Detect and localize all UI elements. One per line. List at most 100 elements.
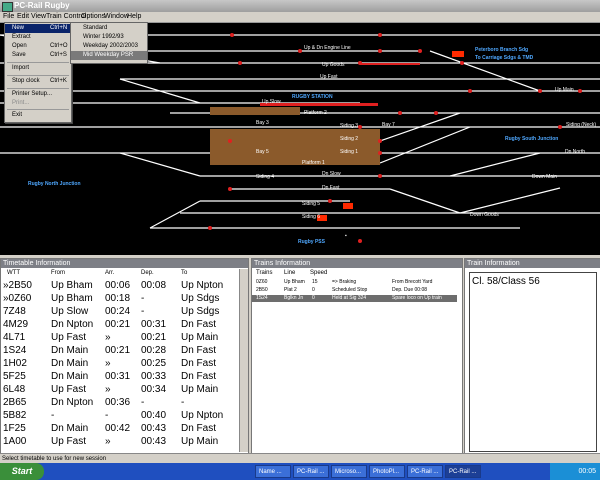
- timetable-scrollbar[interactable]: [239, 269, 248, 452]
- train-row[interactable]: 2B50 Plat 2 0 Scheduled Stop Dep. Due 00:08: [252, 287, 457, 294]
- timetable-row[interactable]: 4M29 Dn Npton 00:21 00:31 Dn Fast: [1, 319, 241, 331]
- file-menu-new[interactable]: New Ctrl+N: [5, 24, 71, 33]
- start-button[interactable]: Start: [0, 463, 44, 480]
- menu-window[interactable]: Window: [104, 12, 129, 22]
- cell-to: Up Npton: [181, 410, 224, 421]
- timetable-winter[interactable]: Winter 1992/93: [71, 33, 147, 42]
- label-siding1: Siding 1: [340, 149, 358, 155]
- timetable-row[interactable]: 1F25 Dn Main 00:42 00:43 Dn Fast: [1, 423, 241, 435]
- menu-options[interactable]: Options: [81, 12, 105, 22]
- menu-separator: [7, 62, 69, 63]
- col-speed: Speed: [310, 270, 328, 276]
- timetable-row[interactable]: 1S24 Dn Main 00:21 00:28 Dn Fast: [1, 345, 241, 357]
- taskbar-button[interactable]: PC-Rail ...: [445, 465, 481, 478]
- train-speed: 0: [312, 287, 315, 293]
- col-from: From: [51, 270, 65, 276]
- rugby-pss-box: ▪: [345, 233, 347, 239]
- cell-wtt: 4L71: [3, 332, 26, 343]
- timetable-submenu: Standard Winter 1992/93 Weekday 2002/200…: [70, 22, 148, 64]
- cell-from: Dn Npton: [51, 319, 94, 330]
- cell-dep: 00:31: [141, 319, 167, 330]
- label-dn-fast: Dn Fast: [322, 185, 340, 191]
- cell-dep: 00:40: [141, 410, 167, 421]
- file-menu-save[interactable]: Save Ctrl+S: [5, 51, 71, 60]
- cell-from: Dn Main: [51, 345, 89, 356]
- cell-from: -: [51, 410, 55, 421]
- timetable-row[interactable]: 1A00 Up Fast » 00:43 Up Main: [1, 436, 241, 448]
- label-down-main: Down Main: [532, 174, 557, 180]
- up-route-highlight: [360, 63, 420, 65]
- cell-arr: 00:24: [105, 306, 131, 317]
- window-title: PC-Rail Rugby: [14, 1, 70, 10]
- cell-arr: »: [105, 436, 111, 447]
- cell-dep: 00:25: [141, 358, 167, 369]
- timetable-mid-weekday[interactable]: Mid Weekday PSR: [71, 51, 147, 60]
- cell-arr: »: [105, 384, 111, 395]
- file-menu-exit[interactable]: Exit: [5, 111, 71, 120]
- train-speed: 0: [312, 295, 315, 301]
- cell-arr: 00:42: [105, 423, 131, 434]
- col-wtt: WTT: [7, 270, 20, 276]
- timetable-standard[interactable]: Standard: [71, 24, 147, 33]
- file-menu-stop-clock[interactable]: Stop clock Ctrl+K: [5, 77, 71, 86]
- menu-file[interactable]: File: [3, 12, 14, 22]
- train-row[interactable]: 1S24 Bglkn Jn 0 Held at Sig 324 Spare loco o…: [252, 295, 457, 302]
- file-menu-import[interactable]: Import: [5, 64, 71, 73]
- timetable-row[interactable]: 6L48 Up Fast » 00:34 Up Main: [1, 384, 241, 396]
- train-line: Bglkn Jn: [284, 295, 304, 301]
- taskbar-button[interactable]: PC-Rail ...: [407, 465, 443, 478]
- file-menu-open[interactable]: Open Ctrl+O: [5, 42, 71, 51]
- train-speed: 15: [312, 279, 318, 285]
- status-text: Select timetable to use for new session: [2, 456, 107, 462]
- cell-from: Up Slow: [51, 306, 89, 317]
- timetable-row[interactable]: 4L71 Up Fast » 00:21 Up Main: [1, 332, 241, 344]
- label-platform1: Platform 1: [302, 160, 325, 166]
- label-siding5: Siding 5: [302, 201, 320, 207]
- label-up-goods: Up Goods: [322, 62, 345, 68]
- cell-arr: »: [105, 358, 111, 369]
- label-dn-north: Dn North: [565, 149, 585, 155]
- timetable-row[interactable]: »0Z60 Up Bham 00:18- Up Sdgs: [1, 293, 241, 305]
- timetable-row[interactable]: 1H02 Dn Main » 00:25 Dn Fast: [1, 358, 241, 370]
- file-menu-printer-setup[interactable]: Printer Setup...: [5, 90, 71, 99]
- label-up-main: Up Main: [555, 87, 574, 93]
- taskbar-button[interactable]: Microso...: [331, 465, 367, 478]
- timetable-row[interactable]: 5B82 - - 00:40 Up Npton: [1, 410, 241, 422]
- taskbar-button[interactable]: Name ...: [255, 465, 291, 478]
- timetable-weekday[interactable]: Weekday 2002/2003: [71, 42, 147, 51]
- cell-to: Dn Fast: [181, 345, 217, 356]
- timetable-row[interactable]: 7Z48 Up Slow 00:24- Up Sdgs: [1, 306, 241, 318]
- label-carriage: To Carriage Sdgs & TMD: [475, 55, 534, 61]
- file-menu-print[interactable]: Print...: [5, 99, 71, 108]
- train-line: Up Bham: [284, 279, 305, 285]
- cell-wtt: »0Z60: [3, 293, 32, 304]
- train-row[interactable]: 0Z60 Up Bham 15 => Braking From Brecott Yard: [252, 279, 457, 286]
- cell-to: Up Main: [181, 332, 219, 343]
- cell-to: -: [181, 397, 185, 408]
- menu-separator: [7, 75, 69, 76]
- cell-dep: 00:43: [141, 436, 167, 447]
- cell-to: Dn Fast: [181, 423, 217, 434]
- train-id: 1S24: [256, 295, 268, 301]
- train-note: From Brecott Yard: [392, 279, 433, 285]
- label-bay3: Bay 3: [256, 120, 269, 126]
- trains-pane: Trains Information Trains Line Speed 0Z6…: [251, 258, 463, 455]
- title-bar: PC-Rail Rugby: [0, 0, 600, 12]
- file-menu-extract[interactable]: Extract: [5, 33, 71, 42]
- taskbar-button[interactable]: PhotoPl...: [369, 465, 405, 478]
- taskbar-button[interactable]: PC-Rail ...: [293, 465, 329, 478]
- menu-view[interactable]: View: [31, 12, 46, 22]
- timetable-row[interactable]: 5F25 Dn Main 00:31 00:33 Dn Fast: [1, 371, 241, 383]
- cell-arr: -: [105, 410, 109, 421]
- cell-wtt: 1A00: [3, 436, 27, 447]
- label-rugby-station: RUGBY STATION: [292, 94, 333, 100]
- cell-from: Dn Main: [51, 423, 89, 434]
- menu-edit[interactable]: Edit: [17, 12, 29, 22]
- menu-help[interactable]: Help: [127, 12, 141, 22]
- col-dep: Dep.: [141, 270, 154, 276]
- train-class-text: Cl. 58/Class 56: [472, 276, 540, 287]
- timetable-row[interactable]: »2B50 Up Bham 00:06 00:08 Up Npton: [1, 280, 241, 292]
- timetable-row[interactable]: 2B65 Dn Npton 00:36- -: [1, 397, 241, 409]
- timetable-header: WTT From Arr. Dep. To: [1, 269, 241, 278]
- label-dn-slow: Dn Slow: [322, 171, 341, 177]
